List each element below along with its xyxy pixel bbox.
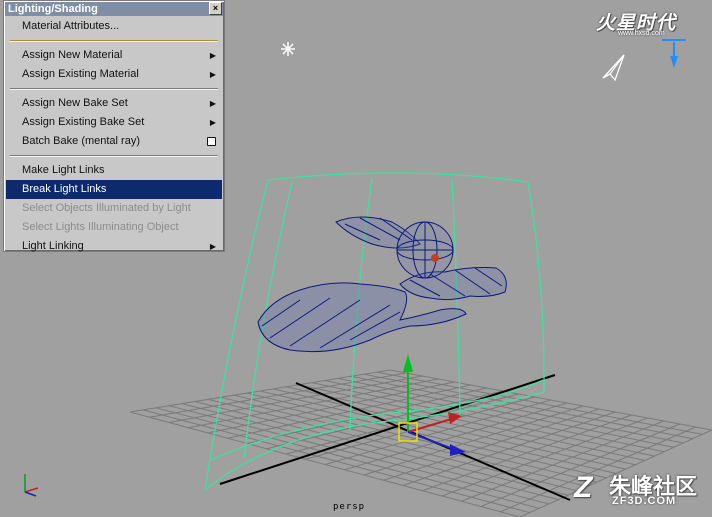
menu-item-select-objects-illuminated: Select Objects Illuminated by Light — [6, 199, 222, 218]
menu-item-assign-existing-material[interactable]: Assign Existing Material ▶ — [6, 65, 222, 84]
submenu-arrow-icon: ▶ — [209, 51, 216, 60]
menu-item-make-light-links[interactable]: Make Light Links — [6, 161, 222, 180]
menu-item-assign-new-bake-set[interactable]: Assign New Bake Set ▶ — [6, 94, 222, 113]
menu-item-label: Assign Existing Material — [22, 68, 139, 80]
menu-divider — [10, 88, 218, 90]
axis-indicator-icon — [24, 474, 39, 497]
menu-item-label: Select Objects Illuminated by Light — [22, 202, 191, 214]
submenu-arrow-icon: ▶ — [209, 70, 216, 79]
menu-item-label: Batch Bake (mental ray) — [22, 135, 140, 147]
option-box-icon[interactable] — [207, 137, 216, 146]
menu-item-batch-bake[interactable]: Batch Bake (mental ray) — [6, 132, 222, 151]
menu-title[interactable]: Lighting/Shading — [5, 2, 223, 16]
menu-item-label: Light Linking — [22, 240, 84, 252]
point-light-icon[interactable] — [281, 42, 295, 56]
watermark-bottom: Z 朱峰社区 ZF3D.COM — [574, 469, 704, 509]
menu-item-light-linking[interactable]: Light Linking ▶ — [6, 237, 222, 256]
light-pivot — [431, 254, 439, 262]
menu-item-assign-existing-bake-set[interactable]: Assign Existing Bake Set ▶ — [6, 113, 222, 132]
menu-item-label: Assign New Bake Set — [22, 97, 128, 109]
menu-item-break-light-links[interactable]: Break Light Links — [6, 180, 222, 199]
watermark-z-icon: Z — [574, 471, 593, 504]
watermark-top-logo: 火星时代 www.hxsd.com — [596, 2, 706, 72]
watermark-url: www.hxsd.com — [618, 30, 665, 37]
menu-item-label: Material Attributes... — [22, 20, 120, 32]
submenu-arrow-icon: ▶ — [209, 118, 216, 127]
submenu-arrow-icon: ▶ — [209, 242, 216, 251]
menu-item-label: Assign Existing Bake Set — [22, 116, 145, 128]
close-icon[interactable]: × — [209, 2, 222, 15]
menu-item-label: Select Lights Illuminating Object — [22, 221, 179, 233]
menu-item-select-lights-illuminating: Select Lights Illuminating Object — [6, 218, 222, 237]
menu-item-label: Make Light Links — [22, 164, 105, 176]
lighting-shading-menu: Lighting/Shading × Material Attributes..… — [3, 0, 225, 252]
menu-item-assign-new-material[interactable]: Assign New Material ▶ — [6, 46, 222, 65]
menu-item-label: Break Light Links — [22, 183, 107, 195]
menu-divider — [10, 155, 218, 157]
watermark-bottom-en: ZF3D.COM — [612, 495, 677, 507]
menu-item-material-attributes[interactable]: Material Attributes... — [6, 17, 222, 36]
wireframe-objects — [257, 216, 507, 353]
camera-label: persp — [333, 502, 366, 512]
menu-item-label: Assign New Material — [22, 49, 123, 61]
menu-divider — [10, 40, 218, 42]
submenu-arrow-icon: ▶ — [209, 99, 216, 108]
